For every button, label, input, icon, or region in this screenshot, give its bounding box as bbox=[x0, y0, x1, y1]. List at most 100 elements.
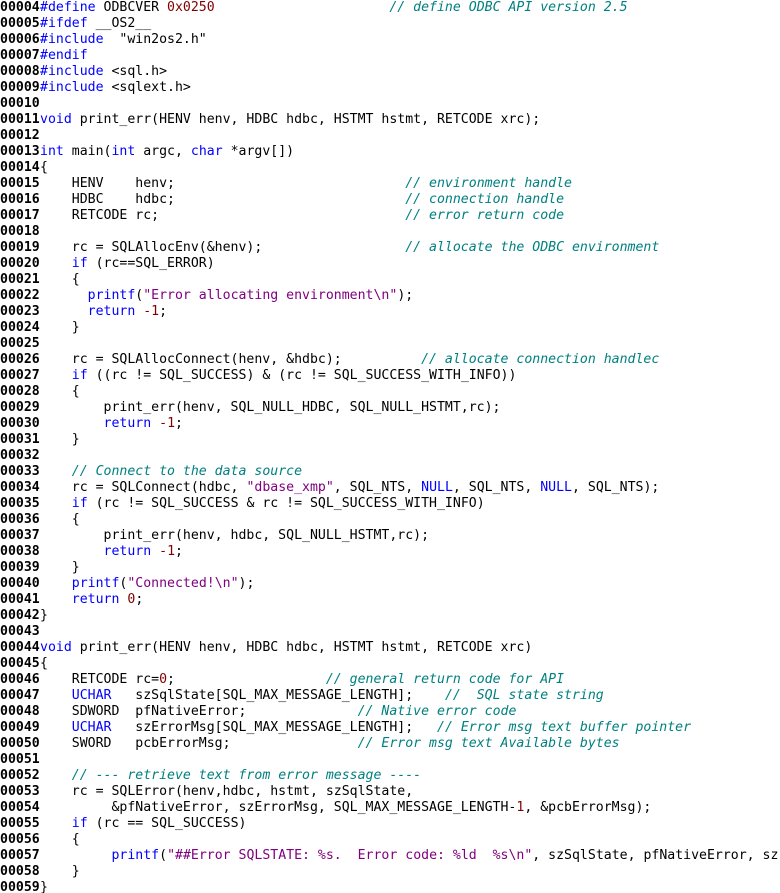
code-line[interactable]: 00055 if (rc == SQL_SUCCESS) bbox=[0, 816, 780, 832]
code-line[interactable]: 00051 bbox=[0, 752, 780, 768]
line-number: 00029 bbox=[0, 400, 40, 415]
line-number: 00012 bbox=[0, 128, 40, 143]
code-line[interactable]: 00004 #define ODBCVER 0x0250 // define OD… bbox=[0, 0, 780, 16]
line-text: int main(int argc, char *argv[]) bbox=[40, 144, 294, 160]
code-line[interactable]: 00037 print_err(henv, hdbc, SQL_NULL_HST… bbox=[0, 528, 780, 544]
code-line[interactable]: 00056 { bbox=[0, 832, 780, 848]
code-token: ); bbox=[397, 288, 414, 303]
code-line[interactable]: 00023 return -1; bbox=[0, 304, 780, 320]
line-text: } bbox=[40, 320, 80, 336]
code-line[interactable]: 00008 #include <sql.h> bbox=[0, 64, 780, 80]
code-view[interactable]: 00004 #define ODBCVER 0x0250 // define OD… bbox=[0, 0, 780, 893]
code-line[interactable]: 00015 HENV henv; // environment handle bbox=[0, 176, 780, 192]
code-line[interactable]: 00016 HDBC hdbc; // connection handle bbox=[0, 192, 780, 208]
code-line[interactable]: 00007 #endif bbox=[0, 48, 780, 64]
line-text: { bbox=[40, 384, 80, 400]
line-text: #ifdef __OS2__ bbox=[40, 16, 151, 32]
line-number: 00014 bbox=[0, 160, 40, 175]
keyword-token: UCHAR bbox=[71, 720, 112, 735]
code-line[interactable]: 00045{ bbox=[0, 656, 780, 672]
code-line[interactable]: 00021 { bbox=[0, 272, 780, 288]
code-line[interactable]: 00058 } bbox=[0, 864, 780, 880]
code-token: { bbox=[40, 272, 80, 287]
line-text: printf("Error allocating environment\n")… bbox=[40, 288, 414, 304]
code-line[interactable]: 00025 bbox=[0, 336, 780, 352]
code-line[interactable]: 00048 SDWORD pfNativeError; // Native er… bbox=[0, 704, 780, 720]
code-line[interactable]: 00040 printf("Connected!\n"); bbox=[0, 576, 780, 592]
code-line[interactable]: 00059} bbox=[0, 880, 780, 893]
code-line[interactable]: 00027 if ((rc != SQL_SUCCESS) & (rc != S… bbox=[0, 368, 780, 384]
code-line[interactable]: 00017 RETCODE rc; // error return code bbox=[0, 208, 780, 224]
comment-token: // allocate connection handlec bbox=[421, 352, 660, 367]
code-token: { bbox=[40, 160, 48, 175]
code-line[interactable]: 00052 // --- retrieve text from error me… bbox=[0, 768, 780, 784]
code-line[interactable]: 00011 void print_err(HENV henv, HDBC hdbc… bbox=[0, 112, 780, 128]
code-line[interactable]: 00032 bbox=[0, 448, 780, 464]
code-line[interactable]: 00050 SWORD pcbErrorMsg; // Error msg te… bbox=[0, 736, 780, 752]
code-line[interactable]: 00039 } bbox=[0, 560, 780, 576]
line-text: print_err(henv, SQL_NULL_HDBC, SQL_NULL_… bbox=[40, 400, 501, 416]
number-token: -1 bbox=[159, 544, 176, 559]
code-line[interactable]: 00054 &pfNativeError, szErrorMsg, SQL_MA… bbox=[0, 800, 780, 816]
code-line[interactable]: 00034 rc = SQLConnect(hdbc, "dbase_xmp",… bbox=[0, 480, 780, 496]
code-line[interactable]: 00009 #include <sqlext.h> bbox=[0, 80, 780, 96]
line-number: 00050 bbox=[0, 736, 40, 751]
keyword-token: int bbox=[40, 144, 64, 159]
code-line[interactable]: 00018 bbox=[0, 224, 780, 240]
code-line[interactable]: 00031 } bbox=[0, 432, 780, 448]
keyword-token: #include bbox=[40, 80, 104, 95]
code-token: } bbox=[40, 320, 80, 335]
code-line[interactable]: 00038 return -1; bbox=[0, 544, 780, 560]
code-line[interactable]: 00020 if (rc==SQL_ERROR) bbox=[0, 256, 780, 272]
line-number: 00037 bbox=[0, 528, 40, 543]
line-number: 00007 bbox=[0, 48, 40, 63]
code-line[interactable]: 00014{ bbox=[0, 160, 780, 176]
code-line[interactable]: 00042} bbox=[0, 608, 780, 624]
line-text: #endif bbox=[40, 48, 88, 64]
code-token: { bbox=[40, 512, 80, 527]
code-line[interactable]: 00024 } bbox=[0, 320, 780, 336]
code-line[interactable]: 00044 void print_err(HENV henv, HDBC hdbc… bbox=[0, 640, 780, 656]
code-line[interactable]: 00029 print_err(henv, SQL_NULL_HDBC, SQL… bbox=[0, 400, 780, 416]
line-number: 00020 bbox=[0, 256, 40, 271]
code-line[interactable]: 00028 { bbox=[0, 384, 780, 400]
code-line[interactable]: 00033 // Connect to the data source bbox=[0, 464, 780, 480]
line-number: 00045 bbox=[0, 656, 40, 671]
code-line[interactable]: 00043 bbox=[0, 624, 780, 640]
code-line[interactable]: 00026 rc = SQLAllocConnect(henv, &hdbc);… bbox=[0, 352, 780, 368]
code-line[interactable]: 00022 printf("Error allocating environme… bbox=[0, 288, 780, 304]
code-line[interactable]: 00035 if (rc != SQL_SUCCESS & rc != SQL_… bbox=[0, 496, 780, 512]
code-line[interactable]: 00010 bbox=[0, 96, 780, 112]
code-line[interactable]: 00041 return 0; bbox=[0, 592, 780, 608]
code-token: ODBCVER bbox=[95, 0, 168, 15]
code-line[interactable]: 00005 #ifdef __OS2__ bbox=[0, 16, 780, 32]
line-text: UCHAR szSqlState[SQL_MAX_MESSAGE_LENGTH]… bbox=[40, 688, 604, 704]
code-token: { bbox=[40, 832, 80, 847]
code-token: "win2os2.h" bbox=[103, 32, 207, 47]
keyword-token: void bbox=[40, 640, 72, 655]
string-token: "Error allocating environment\n" bbox=[143, 288, 398, 303]
line-text: return -1; bbox=[40, 544, 183, 560]
code-token: RETCODE rc= bbox=[40, 672, 160, 687]
code-line[interactable]: 00013 int main(int argc, char *argv[]) bbox=[0, 144, 780, 160]
code-line[interactable]: 00006 #include "win2os2.h" bbox=[0, 32, 780, 48]
line-number: 00004 bbox=[0, 0, 40, 15]
code-line[interactable]: 00030 return -1; bbox=[0, 416, 780, 432]
line-number: 00023 bbox=[0, 304, 40, 319]
code-line[interactable]: 00053 rc = SQLError(henv,hdbc, hstmt, sz… bbox=[0, 784, 780, 800]
code-line[interactable]: 00019 rc = SQLAllocEnv(&henv); // alloca… bbox=[0, 240, 780, 256]
comment-token: // Error msg text Available bytes bbox=[357, 736, 620, 751]
line-number: 00013 bbox=[0, 144, 40, 159]
code-line[interactable]: 00012 bbox=[0, 128, 780, 144]
code-line[interactable]: 00057 printf("##Error SQLSTATE: %s. Erro… bbox=[0, 848, 780, 864]
line-number: 00031 bbox=[0, 432, 40, 447]
code-line[interactable]: 00046 RETCODE rc=0; // general return co… bbox=[0, 672, 780, 688]
line-number: 00018 bbox=[0, 224, 40, 239]
code-line[interactable]: 00047 UCHAR szSqlState[SQL_MAX_MESSAGE_L… bbox=[0, 688, 780, 704]
code-line[interactable]: 00036 { bbox=[0, 512, 780, 528]
line-text: HDBC hdbc; // connection handle bbox=[40, 192, 564, 208]
line-number: 00036 bbox=[0, 512, 40, 527]
code-line[interactable]: 00049 UCHAR szErrorMsg[SQL_MAX_MESSAGE_L… bbox=[0, 720, 780, 736]
